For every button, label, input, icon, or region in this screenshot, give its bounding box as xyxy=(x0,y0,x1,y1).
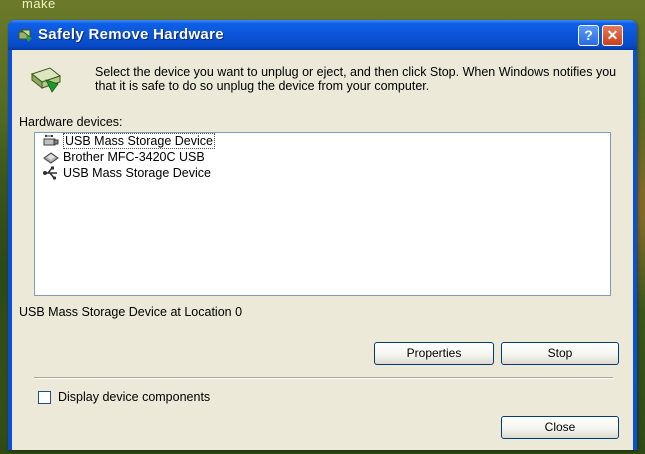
desktop-partial-text: make xyxy=(22,0,56,11)
device-item[interactable]: USB Mass Storage Device xyxy=(35,133,610,149)
close-icon: ✕ xyxy=(606,27,619,43)
separator xyxy=(34,377,613,379)
instructions-text: Select the device you want to unplug or … xyxy=(95,65,617,93)
printer-device-icon xyxy=(43,152,59,164)
window-title: Safely Remove Hardware xyxy=(38,26,224,43)
device-item[interactable]: USB Mass Storage Device xyxy=(35,165,610,181)
usb-plug-icon xyxy=(43,166,57,180)
display-components-label[interactable]: Display device components xyxy=(58,390,210,404)
device-label: USB Mass Storage Device xyxy=(63,133,215,149)
device-label: USB Mass Storage Device xyxy=(63,166,211,180)
display-components-checkbox[interactable] xyxy=(38,391,51,404)
properties-button[interactable]: Properties xyxy=(374,342,494,365)
close-button[interactable]: Close xyxy=(501,416,619,439)
device-label: Brother MFC-3420C USB xyxy=(63,150,205,164)
device-item[interactable]: Brother MFC-3420C USB xyxy=(35,149,610,165)
stop-button[interactable]: Stop xyxy=(501,342,619,365)
usb-storage-icon xyxy=(43,134,59,146)
help-icon: ? xyxy=(584,27,593,43)
help-button[interactable]: ? xyxy=(578,25,599,46)
safely-remove-hardware-large-icon xyxy=(30,67,62,93)
title-bar[interactable]: Safely Remove Hardware ? ✕ xyxy=(8,20,637,50)
hardware-devices-label: Hardware devices: xyxy=(19,115,123,129)
safely-remove-hardware-window: Safely Remove Hardware ? ✕ Select the de… xyxy=(8,20,637,450)
hardware-devices-list[interactable]: USB Mass Storage Device Brother MFC-3420… xyxy=(34,132,611,296)
dialog-client-area: Select the device you want to unplug or … xyxy=(12,50,633,450)
device-location-text: USB Mass Storage Device at Location 0 xyxy=(19,305,243,319)
close-window-button[interactable]: ✕ xyxy=(602,25,623,46)
safely-remove-hardware-icon xyxy=(18,29,32,42)
